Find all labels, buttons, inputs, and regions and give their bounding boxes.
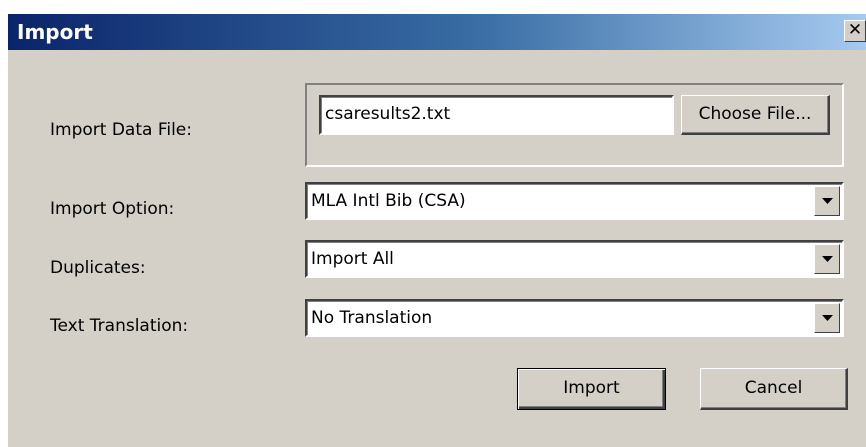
duplicates-dropdown-button[interactable]	[814, 244, 840, 274]
import-option-select[interactable]: MLA Intl Bib (CSA)	[305, 182, 844, 220]
choose-file-button[interactable]: Choose File...	[681, 95, 830, 135]
chevron-down-icon	[822, 315, 833, 321]
chevron-down-icon	[822, 198, 833, 204]
chevron-down-icon	[822, 256, 833, 262]
text-translation-select[interactable]: No Translation	[305, 299, 844, 337]
duplicates-label: Duplicates:	[50, 258, 146, 278]
duplicates-select[interactable]: Import All	[305, 240, 844, 278]
cancel-button[interactable]: Cancel	[700, 368, 848, 410]
import-option-label: Import Option:	[50, 199, 175, 219]
close-icon: ✕	[847, 20, 863, 40]
text-translation-value: No Translation	[311, 308, 433, 328]
dialog-title: Import	[17, 20, 93, 44]
file-selection-group: csaresults2.txt Choose File...	[305, 83, 844, 167]
duplicates-value: Import All	[311, 249, 394, 269]
import-dialog: Import ✕ Import Data File: csaresults2.t…	[8, 14, 866, 447]
close-button[interactable]: ✕	[844, 20, 866, 42]
import-data-file-label: Import Data File:	[50, 120, 192, 140]
import-option-dropdown-button[interactable]	[814, 186, 840, 216]
import-button[interactable]: Import	[517, 368, 666, 410]
text-translation-dropdown-button[interactable]	[814, 303, 840, 333]
import-option-value: MLA Intl Bib (CSA)	[311, 191, 466, 211]
import-data-file-input[interactable]: csaresults2.txt	[319, 95, 674, 135]
title-bar[interactable]: Import ✕	[8, 14, 866, 50]
text-translation-label: Text Translation:	[50, 316, 189, 336]
